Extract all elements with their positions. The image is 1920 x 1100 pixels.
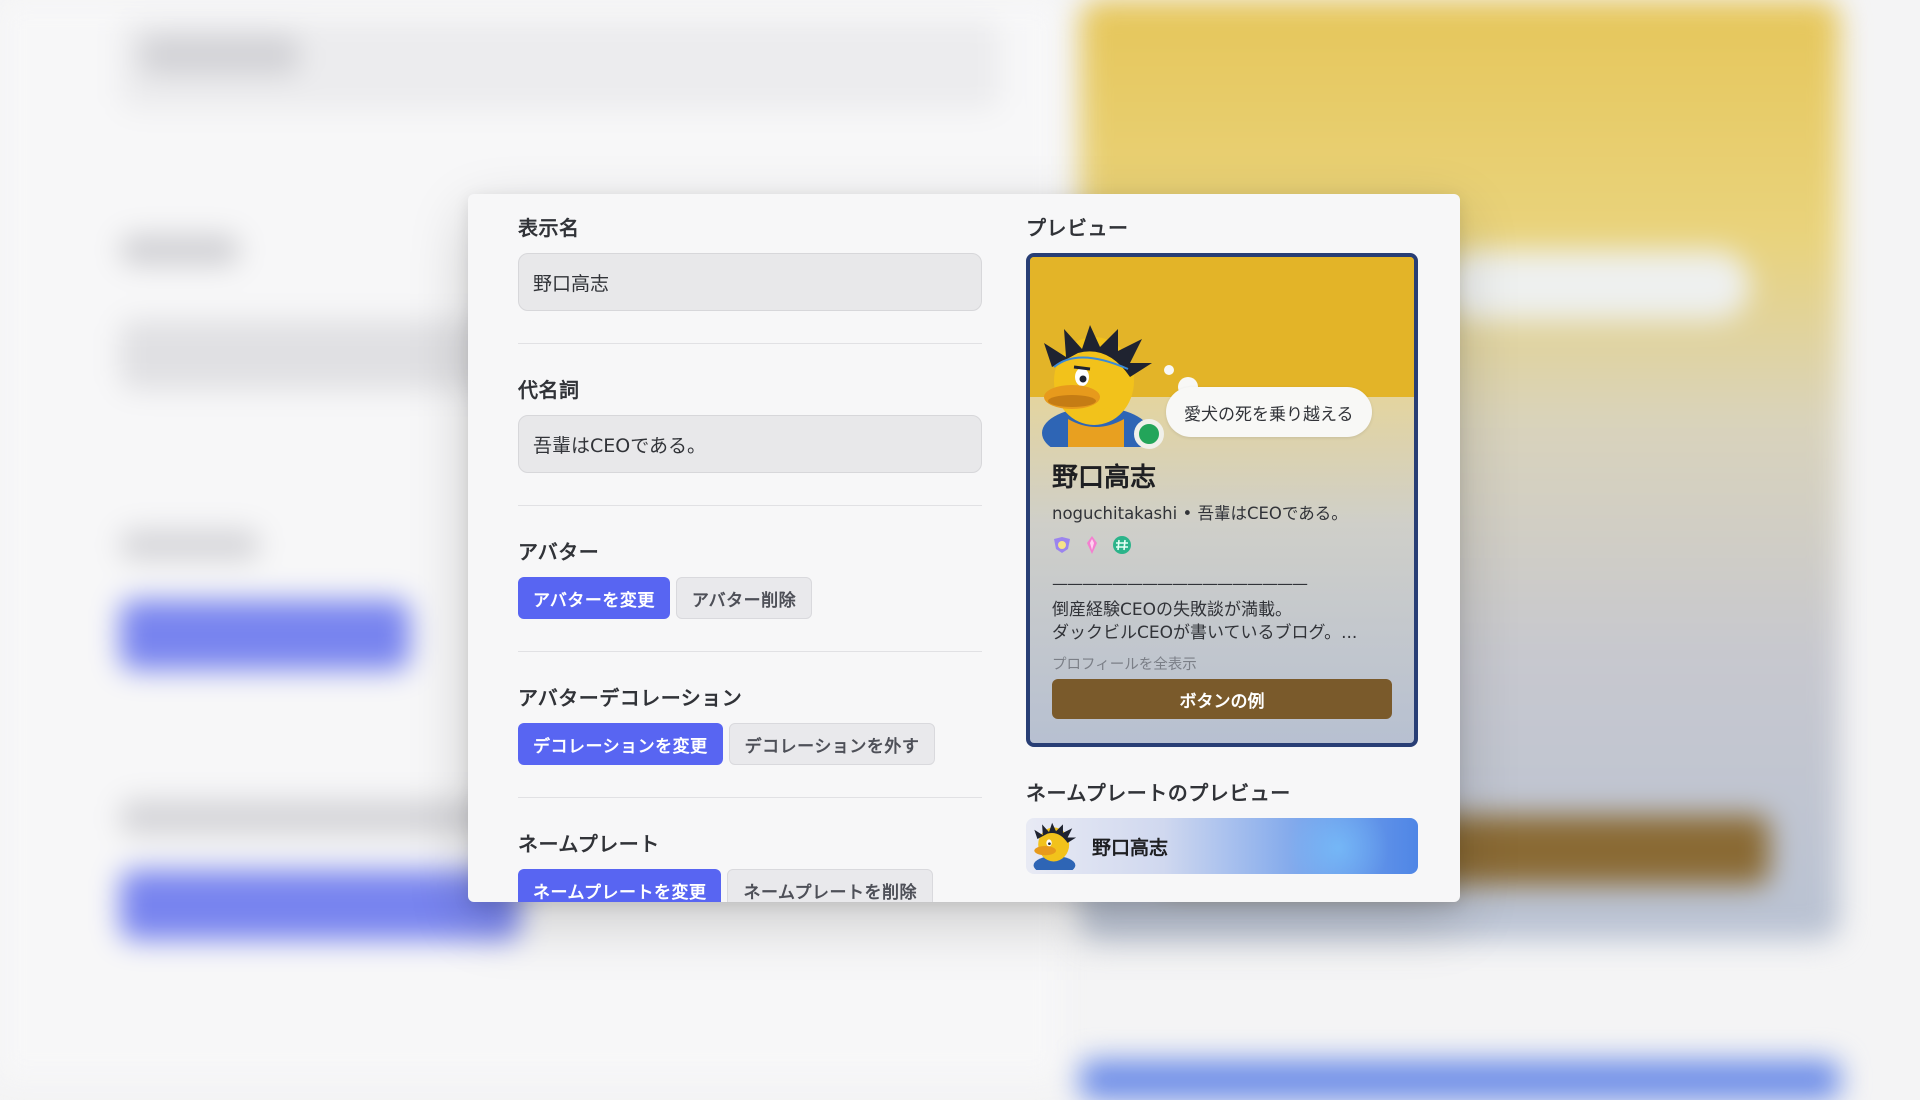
bg-label-blob (120, 235, 240, 265)
bg-label-blob (120, 800, 520, 835)
profile-form: 表示名 野口高志 代名詞 吾輩はCEOである。 アバター アバターを変更 アバタ… (518, 212, 982, 902)
remove-nameplate-button[interactable]: ネームプレートを削除 (727, 869, 932, 902)
profile-display-name: 野口高志 (1052, 457, 1392, 494)
avatar (1038, 323, 1162, 447)
avatar-decoration-label: アバターデコレーション (518, 682, 982, 711)
nameplate-preview-label: ネームプレートのプレビュー (1026, 777, 1418, 806)
avatar (1032, 822, 1080, 870)
display-name-label: 表示名 (518, 212, 982, 241)
change-nameplate-button[interactable]: ネームプレートを変更 (518, 869, 721, 902)
view-full-profile-link[interactable]: プロフィールを全表示 (1052, 653, 1392, 674)
nameplate-preview: 野口高志 (1026, 818, 1418, 874)
profile-settings-panel: 表示名 野口高志 代名詞 吾輩はCEOである。 アバター アバターを変更 アバタ… (468, 194, 1460, 902)
hypesquad-icon[interactable] (1052, 535, 1072, 555)
hash-icon[interactable] (1112, 535, 1132, 555)
bg-button-blob (120, 600, 410, 670)
pronouns-input[interactable]: 吾輩はCEOである。 (518, 415, 982, 473)
bio-line: ダックビルCEOが書いているブログ。... (1052, 622, 1392, 645)
nameplate-glow (1278, 818, 1398, 874)
divider (518, 505, 982, 506)
remove-decoration-button[interactable]: デコレーションを外す (729, 723, 936, 765)
preview-column: プレビュー (1026, 212, 1418, 874)
divider (518, 651, 982, 652)
remove-avatar-button[interactable]: アバター削除 (676, 577, 812, 619)
profile-info: 野口高志 noguchitakashi • 吾輩はCEOである。 (1052, 457, 1392, 674)
pronouns-label: 代名詞 (518, 374, 982, 403)
preview-label: プレビュー (1026, 212, 1418, 241)
nameplate-buttons: ネームプレートを変更 ネームプレートを削除 (518, 869, 982, 902)
nameplate-display-name: 野口高志 (1092, 833, 1168, 860)
profile-preview-card: 愛犬の死を乗り越える 野口高志 noguchitakashi • 吾輩はCEOで… (1026, 253, 1418, 747)
bio-separator-line: ————————————————— (1052, 574, 1392, 593)
profile-username: noguchitakashi (1052, 504, 1177, 523)
bg-label-blob (120, 530, 260, 560)
change-avatar-button[interactable]: アバターを変更 (518, 577, 670, 619)
bg-nameplate (1080, 1060, 1840, 1100)
profile-bio: 倒産経験CEOの失敗談が満載。 ダックビルCEOが書いているブログ。... (1052, 599, 1392, 645)
nameplate-label: ネームプレート (518, 828, 982, 857)
divider (518, 797, 982, 798)
bio-line: 倒産経験CEOの失敗談が満載。 (1052, 599, 1392, 622)
display-name-input[interactable]: 野口高志 (518, 253, 982, 311)
bg-title-blob (140, 35, 300, 75)
example-button[interactable]: ボタンの例 (1052, 679, 1392, 719)
bg-field-blob (120, 320, 520, 390)
decoration-buttons: デコレーションを変更 デコレーションを外す (518, 723, 982, 765)
profile-pronouns: 吾輩はCEOである。 (1197, 504, 1347, 523)
online-status-icon (1134, 419, 1164, 449)
nitro-gem-icon[interactable] (1082, 535, 1102, 555)
change-decoration-button[interactable]: デコレーションを変更 (518, 723, 723, 765)
separator-dot: • (1182, 504, 1192, 523)
bg-button-blob (120, 870, 520, 940)
profile-username-line: noguchitakashi • 吾輩はCEOである。 (1052, 500, 1392, 524)
custom-status-bubble: 愛犬の死を乗り越える (1166, 387, 1372, 437)
badge-list (1052, 534, 1392, 556)
avatar-buttons: アバターを変更 アバター削除 (518, 577, 982, 619)
divider (518, 343, 982, 344)
thought-bubble-dot (1164, 365, 1174, 375)
bg-status-pill (1440, 250, 1750, 320)
avatar-label: アバター (518, 536, 982, 565)
